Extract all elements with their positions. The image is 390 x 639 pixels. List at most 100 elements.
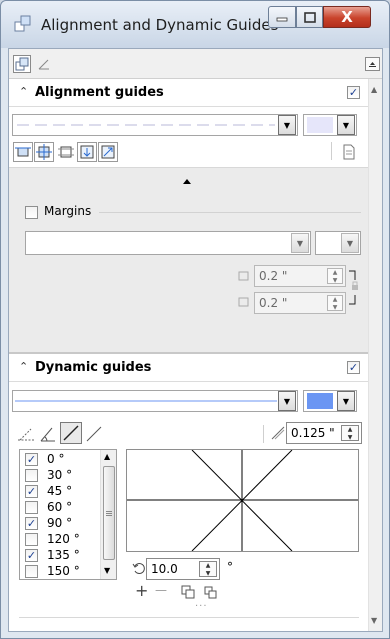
angle-item[interactable]: ✓ 45 ° [22,484,102,499]
angle-checkbox[interactable]: ✓ [25,549,38,562]
guide-type-line-button[interactable] [60,422,82,444]
close-button[interactable]: X [323,6,371,28]
guide-color-combo[interactable]: ▼ [303,114,357,136]
close-icon: X [341,8,353,26]
solid-line-preview [15,400,277,402]
horizontal-margin-input[interactable]: 0.2 " ▲ ▼ [254,265,346,287]
angles-list[interactable]: ✓ 0 ° 30 ° ✓ 45 ° 60 ° ✓ 90 ° 120 ° ✓ 13… [19,449,117,580]
margins-unit-combo[interactable]: ▼ [315,231,361,255]
angle-label: 90 ° [47,516,73,530]
angle-checkbox[interactable]: ✓ [25,485,38,498]
vertical-margin-icon [238,297,249,307]
guide-type-extension-button[interactable] [85,425,103,443]
margins-guide-button[interactable] [57,143,75,161]
angle-checkbox[interactable] [25,501,38,514]
scroll-up-icon[interactable]: ▲ [104,452,110,461]
angle-checkbox[interactable] [25,533,38,546]
scroll-down-icon[interactable]: ▼ [371,616,377,625]
expand-arrow-icon[interactable] [183,179,191,184]
remove-angle-button[interactable]: — [155,583,167,597]
angle-checkbox[interactable]: ✓ [25,517,38,530]
angle-label: 0 ° [47,452,65,466]
alignment-guides-panel: ▼ ▼ [9,107,368,167]
angle-item[interactable]: ✓ 135 ° [22,548,102,563]
center-icon [36,144,52,160]
collapse-icon[interactable]: ⌃ [19,360,28,373]
minimize-button[interactable] [268,6,296,28]
guide-type-snap-button[interactable] [17,425,35,443]
dynamic-color-dropdown-button[interactable]: ▼ [337,391,355,411]
object-guides-button[interactable] [98,142,118,162]
vertical-margin-value: 0.2 " [259,296,288,310]
rotation-spinner[interactable]: ▲ ▼ [199,561,217,577]
collapse-icon[interactable]: ⌃ [19,85,28,98]
lock-margins-icon[interactable] [347,268,363,308]
maximize-button[interactable] [296,6,323,28]
minimize-icon [276,17,288,22]
more-options-indicator[interactable]: ... [195,598,208,609]
margins-type-dropdown-button[interactable]: ▼ [291,233,309,253]
angle-icon [40,427,55,442]
margins-type-combo[interactable]: ▼ [25,231,311,255]
angle-label: 150 ° [47,564,80,578]
toolbar-divider [263,425,264,443]
horizontal-margin-spinner[interactable]: ▲ ▼ [327,268,343,284]
scroll-down-icon[interactable]: ▼ [104,566,110,575]
angle-lines-preview [127,449,358,552]
dynamic-color-combo[interactable]: ▼ [303,390,357,412]
dynamic-mode-button[interactable] [35,55,53,73]
page-guides-button[interactable] [77,142,97,162]
window-title: Alignment and Dynamic Guides [41,16,279,34]
guide-line-style-combo[interactable]: ▼ [12,114,298,136]
angles-scroll-thumb[interactable] [103,466,115,560]
angle-item[interactable]: 120 ° [22,532,102,547]
pin-button[interactable] [365,57,380,71]
snap-offset-input[interactable]: 0.125 " ▲ ▼ [286,422,362,444]
edges-icon [15,147,31,157]
title-bar[interactable]: Alignment and Dynamic Guides X [1,1,389,48]
angle-item[interactable]: 60 ° [22,500,102,515]
vertical-margin-input[interactable]: 0.2 " ▲ ▼ [254,292,346,314]
guide-settings-button[interactable] [340,143,358,161]
rotation-input[interactable]: 10.0 ▲ ▼ [146,558,220,580]
snap-to-edges-button[interactable] [13,142,33,162]
angle-item[interactable]: ✓ 90 ° [22,516,102,531]
angle-checkbox[interactable] [25,565,38,578]
dropdown-arrow-icon: ▼ [342,396,350,406]
guide-type-angle-button[interactable] [39,425,57,443]
scroll-up-icon[interactable]: ▲ [371,85,377,94]
dashed-line-preview [17,124,275,126]
alignment-mode-button[interactable] [13,55,31,73]
dynamic-line-style-dropdown-button[interactable]: ▼ [278,391,296,411]
angle-label: 45 ° [47,484,73,498]
add-angle-button[interactable]: + [135,581,148,600]
color-dropdown-button[interactable]: ▼ [337,115,355,135]
margins-unit-dropdown-button[interactable]: ▼ [341,233,359,253]
horizontal-margin-value: 0.2 " [259,269,288,283]
dynamic-line-style-combo[interactable]: ▼ [12,390,298,412]
angle-checkbox[interactable] [25,469,38,482]
angle-item[interactable]: ✓ 0 ° [22,452,102,467]
dynamic-guides-panel: ▼ ▼ 0.125 " ▲ ▼ ✓ 0 ° 30 ° ✓ 45 ° 60 ° ✓… [9,382,368,631]
snap-to-center-button[interactable] [34,142,54,162]
alignment-guides-enable-checkbox[interactable]: ✓ [347,86,360,99]
pin-icon [369,62,376,67]
alignment-guides-header[interactable]: ⌃ Alignment guides ✓ [9,79,368,107]
docker-scrollbar[interactable]: ▲ ▼ [368,79,382,631]
margin-guides-icon [58,146,74,158]
angle-item[interactable]: 30 ° [22,468,102,483]
rotation-value: 10.0 [151,562,178,576]
document-icon [343,144,355,160]
dynamic-guides-enable-checkbox[interactable]: ✓ [347,361,360,374]
angles-list-scrollbar[interactable]: ▲ ▼ [100,450,116,579]
angle-label: 135 ° [47,548,80,562]
snap-offset-spinner[interactable]: ▲ ▼ [341,425,359,441]
vertical-margin-spinner[interactable]: ▲ ▼ [327,295,343,311]
angle-checkbox[interactable]: ✓ [25,453,38,466]
margins-checkbox[interactable] [25,206,38,219]
angle-item[interactable]: 150 ° [22,564,102,579]
dynamic-guides-header[interactable]: ⌃ Dynamic guides ✓ [9,354,368,382]
line-style-dropdown-button[interactable]: ▼ [278,115,296,135]
margins-separator [99,212,361,213]
rotate-icon [132,563,145,574]
